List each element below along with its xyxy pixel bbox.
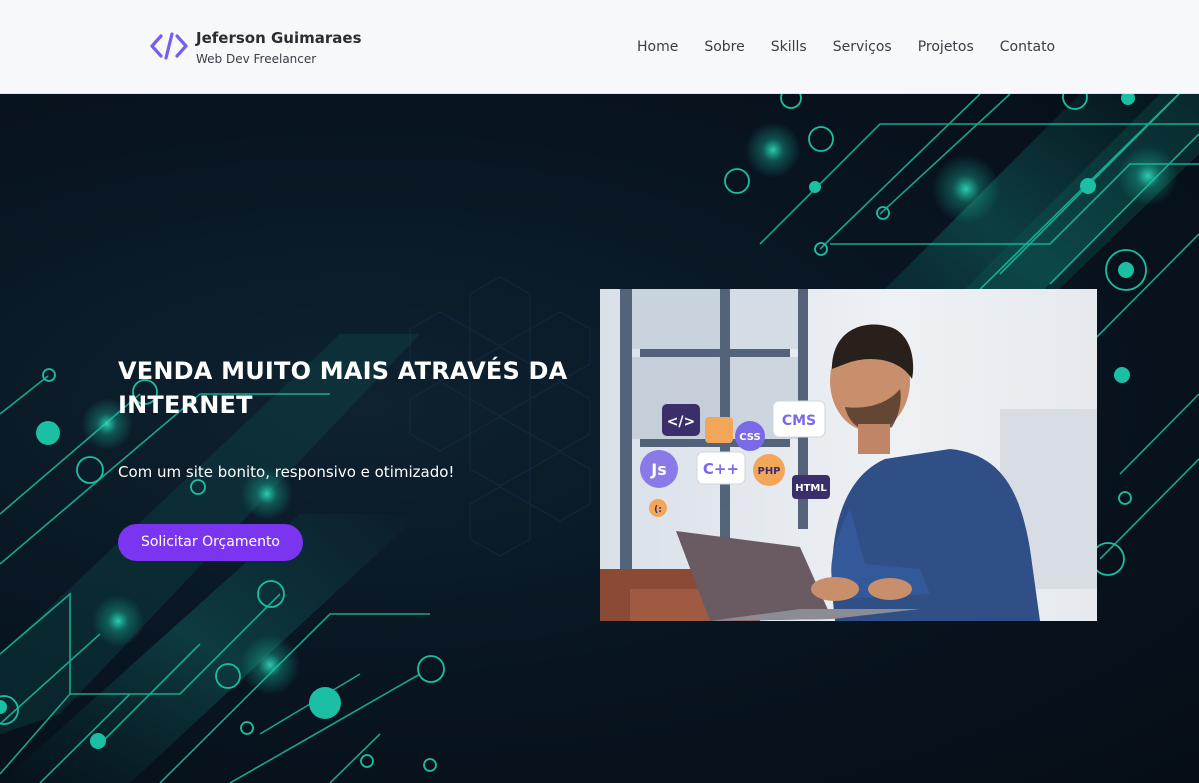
- nav-skills[interactable]: Skills: [771, 37, 807, 57]
- svg-text:HTML: HTML: [795, 483, 827, 494]
- svg-text:C++: C++: [703, 460, 739, 478]
- svg-text:Js: Js: [650, 460, 666, 479]
- hero-section: VENDA MUITO MAIS ATRAVÉS DA INTERNET Com…: [0, 94, 1199, 783]
- main-nav: Home Sobre Skills Serviços Projetos Cont…: [637, 37, 1081, 57]
- hero-tagline: Com um site bonito, responsivo e otimiza…: [118, 463, 455, 481]
- svg-text:(:: (:: [654, 505, 662, 515]
- nav-servicos[interactable]: Serviços: [833, 37, 892, 57]
- request-quote-button[interactable]: Solicitar Orçamento: [118, 524, 303, 561]
- site-header: Jeferson Guimaraes Web Dev Freelancer Ho…: [0, 0, 1199, 94]
- hero-photo: </> CSS CMS Js C++ PHP HTML (:: [600, 289, 1097, 621]
- svg-text:CSS: CSS: [739, 432, 760, 443]
- nav-projetos[interactable]: Projetos: [918, 37, 974, 57]
- logo-name: Jeferson Guimaraes: [196, 29, 362, 47]
- logo[interactable]: Jeferson Guimaraes Web Dev Freelancer: [150, 28, 362, 68]
- nav-sobre[interactable]: Sobre: [704, 37, 744, 57]
- svg-text:</>: </>: [667, 414, 696, 430]
- hero-headline: VENDA MUITO MAIS ATRAVÉS DA INTERNET: [118, 357, 568, 419]
- code-brackets-icon: [150, 32, 188, 60]
- svg-text:PHP: PHP: [757, 466, 780, 477]
- svg-text:CMS: CMS: [782, 413, 816, 429]
- logo-subtitle: Web Dev Freelancer: [196, 52, 317, 66]
- nav-contato[interactable]: Contato: [1000, 37, 1055, 57]
- nav-home[interactable]: Home: [637, 37, 678, 57]
